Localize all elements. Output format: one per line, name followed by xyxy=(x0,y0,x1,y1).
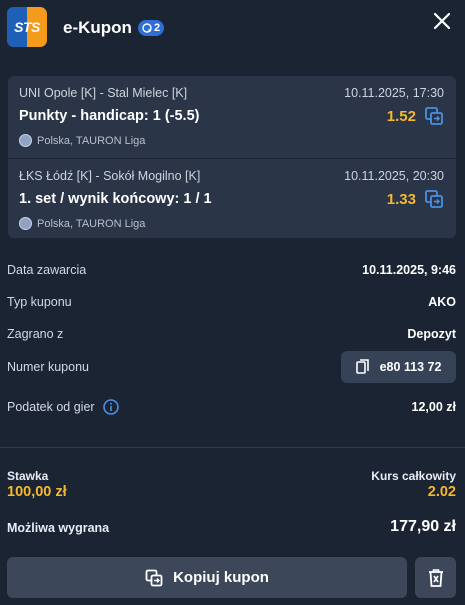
bet-teams: ŁKS Łódź [K] - Sokół Mogilno [K] xyxy=(19,169,201,183)
potential-win-label: Możliwa wygrana xyxy=(7,521,110,535)
bet-market: 1. set / wynik końcowy: 1 / 1 xyxy=(19,191,212,207)
info-icon[interactable] xyxy=(102,399,119,415)
total-odds-label: Kurs całkowity xyxy=(371,469,456,483)
delete-coupon-button[interactable] xyxy=(415,557,456,598)
bet-date: 10.11.2025, 20:30 xyxy=(344,169,444,183)
divider xyxy=(0,447,465,448)
copy-coupon-icon xyxy=(145,569,163,586)
league-name: Polska, TAURON Liga xyxy=(37,134,146,147)
total-odds-value: 2.02 xyxy=(427,484,456,500)
copy-coupon-number-button[interactable]: e80 113 72 xyxy=(341,351,456,383)
bet-list: UNI Opole [K] - Stal Mielec [K] 10.11.20… xyxy=(8,76,456,238)
source-label: Zagrano z xyxy=(7,327,64,341)
bet-teams: UNI Opole [K] - Stal Mielec [K] xyxy=(19,86,188,100)
volleyball-icon xyxy=(19,134,32,147)
close-icon[interactable] xyxy=(431,10,453,32)
bet-market: Punkty - handicap: 1 (-5.5) xyxy=(19,108,200,124)
bet-count: 2 xyxy=(154,22,161,34)
volleyball-icon xyxy=(19,217,32,230)
coupon-icon xyxy=(142,23,152,33)
detail-number-row: Numer kuponu xyxy=(7,357,337,377)
copy-icon xyxy=(355,359,369,374)
tax-label-group: Podatek od gier xyxy=(7,399,119,415)
bet-odds: 1.52 xyxy=(386,108,416,125)
bet-count-badge: 2 xyxy=(138,20,165,36)
date-value: 10.11.2025, 9:46 xyxy=(362,263,456,277)
detail-tax-row: Podatek od gier 12,00 zł xyxy=(7,397,456,417)
bet-league: Polska, TAURON Liga xyxy=(19,134,145,147)
coupon-number: e80 113 72 xyxy=(379,360,442,374)
detail-date-row: Data zawarcia 10.11.2025, 9:46 xyxy=(7,260,456,280)
league-name: Polska, TAURON Liga xyxy=(37,217,146,230)
bet-league: Polska, TAURON Liga xyxy=(19,217,145,230)
swap-bet-icon[interactable] xyxy=(424,189,444,209)
type-label: Typ kuponu xyxy=(7,295,72,309)
bet-item[interactable]: UNI Opole [K] - Stal Mielec [K] 10.11.20… xyxy=(8,76,456,156)
copy-coupon-button[interactable]: Kopiuj kupon xyxy=(7,557,407,598)
potential-win-value: 177,90 zł xyxy=(390,518,456,535)
type-value: AKO xyxy=(428,295,456,309)
stake-label: Stawka xyxy=(7,469,49,483)
number-label: Numer kuponu xyxy=(7,360,89,374)
trash-icon xyxy=(428,568,443,587)
date-label: Data zawarcia xyxy=(7,263,87,277)
bet-date: 10.11.2025, 17:30 xyxy=(344,86,444,100)
header: STS e-Kupon 2 xyxy=(0,0,465,62)
logo-text: STS xyxy=(14,19,40,35)
tax-value: 12,00 zł xyxy=(411,400,456,414)
bet-item[interactable]: ŁKS Łódź [K] - Sokół Mogilno [K] 10.11.2… xyxy=(8,158,456,238)
page-title: e-Kupon xyxy=(63,18,132,37)
stake-value: 100,00 zł xyxy=(7,484,67,500)
copy-coupon-label: Kopiuj kupon xyxy=(173,569,269,586)
sts-logo: STS xyxy=(7,7,47,47)
detail-type-row: Typ kuponu AKO xyxy=(7,292,456,312)
bet-odds: 1.33 xyxy=(386,191,416,208)
swap-bet-icon[interactable] xyxy=(424,106,444,126)
source-value: Depozyt xyxy=(407,327,456,341)
tax-label: Podatek od gier xyxy=(7,400,95,414)
detail-source-row: Zagrano z Depozyt xyxy=(7,324,456,344)
